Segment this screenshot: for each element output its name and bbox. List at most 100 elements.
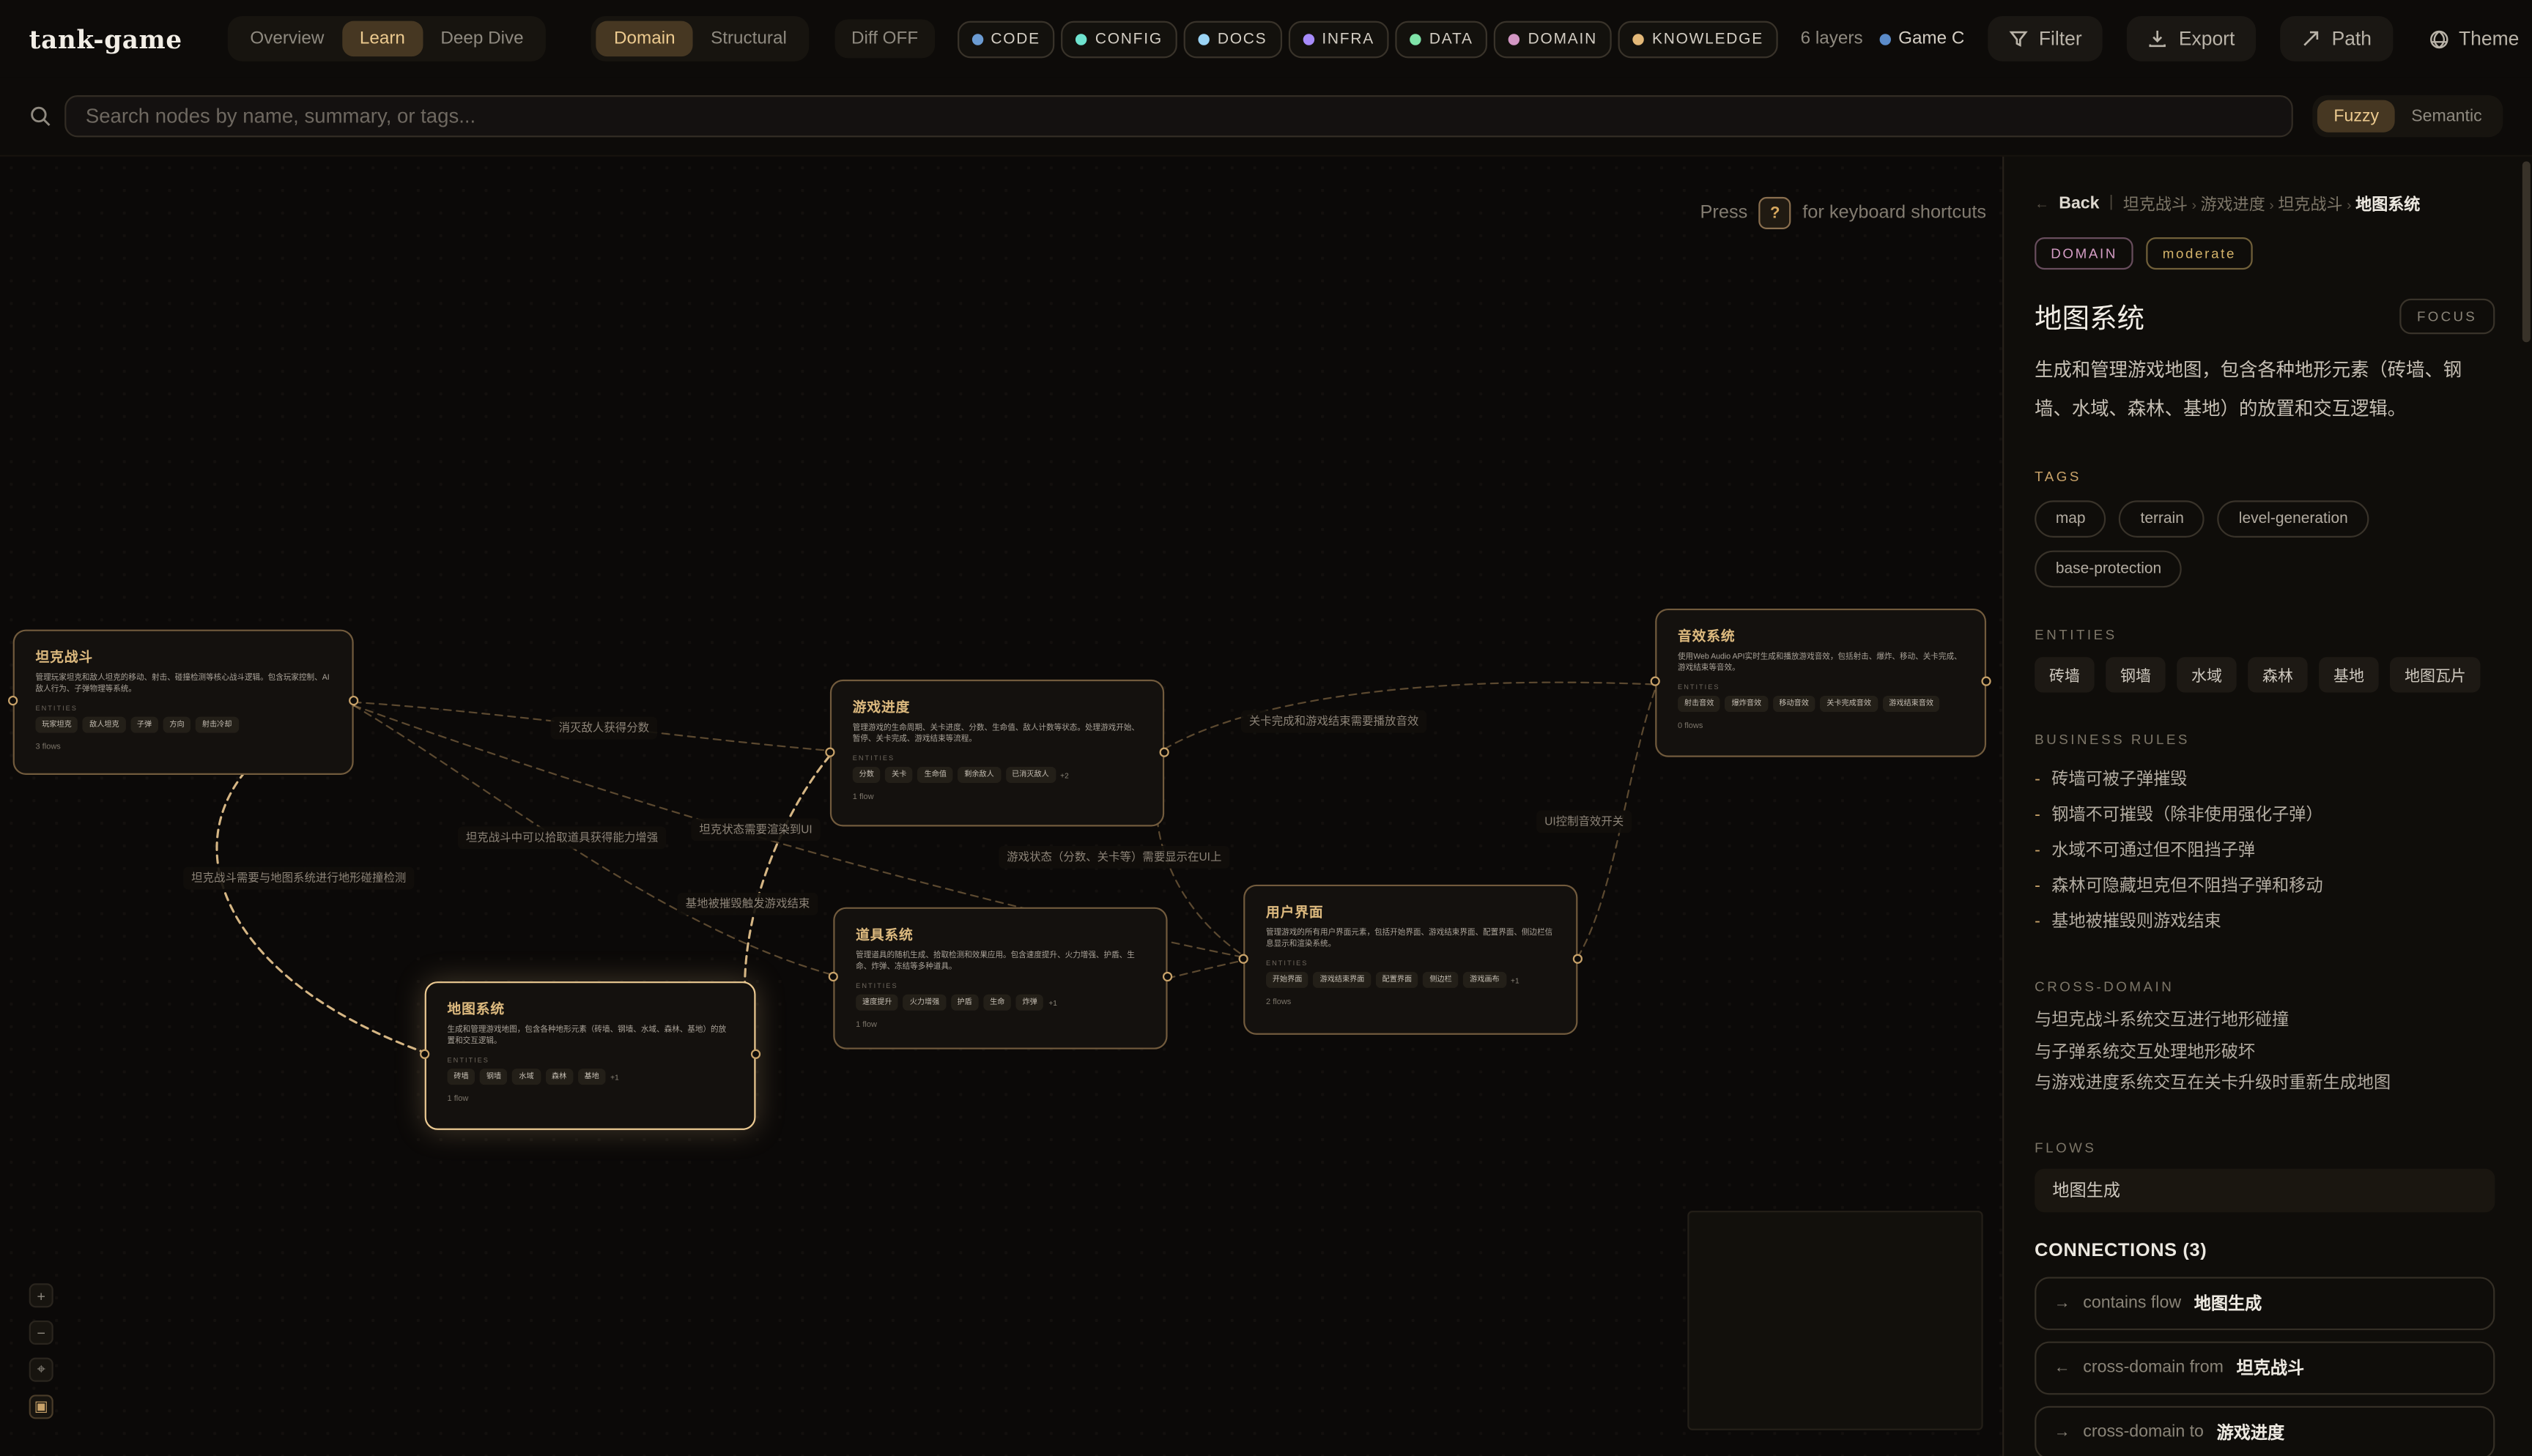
business-rule: -基地被摧毁则游戏结束 [2035, 904, 2495, 939]
port-right-icon [1163, 972, 1172, 981]
project-indicator: Game Co [1879, 29, 1963, 48]
graph-node-map-system[interactable]: 地图系统生成和管理游戏地图，包含各种地形元素（砖墙、钢墙、水域、森林、基地）的放… [425, 981, 756, 1130]
entity-chip: 森林 [2248, 657, 2308, 692]
layer-chip-data[interactable]: DATA [1396, 21, 1488, 58]
connection-arrow-icon: → [2054, 1423, 2070, 1441]
layer-chip-infra[interactable]: INFRA [1288, 21, 1389, 58]
graph-node-audio-system[interactable]: 音效系统使用Web Audio API实时生成和播放游戏音效，包括射击、爆炸、移… [1655, 609, 1986, 757]
node-summary: 使用Web Audio API实时生成和播放游戏音效，包括射击、爆炸、移动、关卡… [1678, 652, 1963, 675]
focus-button[interactable]: FOCUS [2399, 298, 2495, 333]
graph-canvas[interactable]: 消灭敌人获得分数坦克战斗中可以拾取道具获得能力增强坦克战斗需要与地图系统进行地形… [0, 157, 2002, 1456]
rules-section-title: BUSINESS RULES [2035, 731, 2495, 747]
minimap-toggle-button[interactable]: ▣ [29, 1394, 53, 1419]
search-icon [29, 105, 52, 127]
connection-arrow-icon: → [2054, 1294, 2070, 1312]
tag-pill: map [2035, 500, 2106, 538]
rule-text: 基地被摧毁则游戏结束 [2051, 904, 2221, 939]
node-entity-chip: 森林 [545, 1069, 573, 1085]
mode-structural[interactable]: Structural [693, 21, 804, 56]
export-button[interactable]: Export [2127, 16, 2256, 62]
graph-node-game-progress[interactable]: 游戏进度管理游戏的生命周期、关卡进度、分数、生命值、敌人计数等状态。处理游戏开始… [830, 680, 1164, 827]
search-input[interactable] [64, 95, 2293, 137]
search-mode-semantic[interactable]: Semantic [2395, 100, 2498, 133]
node-entity-chip: 开始界面 [1266, 973, 1308, 989]
node-summary: 管理游戏的所有用户界面元素，包括开始界面、游戏结束界面、配置界面、侧边栏信息显示… [1266, 928, 1555, 951]
business-rule: -森林可隐藏坦克但不阻挡子弹和移动 [2035, 869, 2495, 904]
layer-dot-icon [1303, 33, 1314, 44]
tags-section-title: TAGS [2035, 468, 2495, 484]
tab-overview[interactable]: Overview [232, 21, 342, 56]
mode-domain[interactable]: Domain [596, 21, 693, 56]
entity-list: 砖墙钢墙水域森林基地地图瓦片 [2035, 657, 2495, 692]
filter-button[interactable]: Filter [1987, 16, 2103, 62]
layer-chip-config[interactable]: CONFIG [1062, 21, 1177, 58]
connection-card[interactable]: →cross-domain to游戏进度 [2035, 1405, 2495, 1456]
node-entity-chip: 生命值 [918, 768, 953, 784]
view-tabs: OverviewLearnDeep Dive [228, 16, 547, 62]
port-right-icon [751, 1050, 760, 1059]
edge-label: 坦克战斗中可以拾取道具获得能力增强 [458, 826, 666, 849]
node-title: 道具系统 [856, 925, 1145, 944]
breadcrumb-item[interactable]: 游戏进度 [2201, 197, 2265, 215]
path-button[interactable]: Path [2280, 16, 2393, 62]
theme-globe-icon [2428, 29, 2449, 50]
connection-card[interactable]: ←cross-domain from坦克战斗 [2035, 1341, 2495, 1394]
entity-chip: 钢墙 [2106, 657, 2166, 692]
flow-item[interactable]: 地图生成 [2035, 1168, 2495, 1212]
diff-toggle-button[interactable]: Diff OFF [835, 19, 934, 58]
connection-type: cross-domain to [2083, 1422, 2204, 1441]
tab-deep-dive[interactable]: Deep Dive [423, 21, 541, 56]
graph-node-item-system[interactable]: 道具系统管理道具的随机生成、拾取检测和效果应用。包含速度提升、火力增强、护盾、生… [833, 907, 1167, 1050]
breadcrumb-trail: 坦克战斗 › 游戏进度 › 坦克战斗 › 地图系统 [2123, 190, 2421, 215]
zoom-out-button[interactable]: − [29, 1321, 53, 1345]
node-entity-chip: 敌人坦克 [83, 718, 125, 734]
type-badge: DOMAIN [2035, 237, 2133, 270]
connection-target: 地图生成 [2194, 1290, 2262, 1315]
node-entity-chips: 开始界面游戏结束界面配置界面侧边栏游戏画布+1 [1266, 973, 1555, 989]
connection-type: contains flow [2083, 1293, 2181, 1312]
port-left-icon [829, 972, 838, 981]
scrollbar[interactable] [2522, 161, 2531, 342]
node-entity-chip: 关卡 [885, 768, 913, 784]
search-mode-fuzzy[interactable]: Fuzzy [2317, 100, 2395, 133]
node-entity-chip: 游戏结束音效 [1882, 697, 1939, 713]
layers-count: 6 layers [1801, 29, 1863, 48]
node-entity-chip: 已消灭敌人 [1005, 768, 1055, 784]
layer-dot-icon [1076, 33, 1087, 44]
bullet-dash: - [2035, 798, 2040, 833]
minimap[interactable] [1687, 1211, 1983, 1430]
cross-domain-list: 与坦克战斗系统交互进行地形碰撞与子弹系统交互处理地形破坏与游戏进度系统交互在关卡… [2035, 1006, 2495, 1100]
tag-pill: base-protection [2035, 551, 2183, 588]
fit-view-button[interactable]: ⌖ [29, 1358, 53, 1382]
breadcrumb-item[interactable]: 坦克战斗 [2278, 197, 2342, 215]
graph-node-tank-battle[interactable]: 坦克战斗管理玩家坦克和敌人坦克的移动、射击、碰撞检测等核心战斗逻辑。包含玩家控制… [13, 630, 354, 775]
back-button[interactable]: Back [2059, 193, 2099, 212]
node-entity-chip: 关卡完成音效 [1820, 697, 1877, 713]
node-entity-chips: 砖墙钢墙水域森林基地+1 [448, 1069, 733, 1085]
business-rule: -砖墙可被子弹摧毁 [2035, 762, 2495, 797]
connection-card[interactable]: → contains flow 地图生成 [2035, 1276, 2495, 1329]
node-entity-chip: 配置界面 [1376, 973, 1418, 989]
layer-chip-docs[interactable]: DOCS [1184, 21, 1282, 58]
breadcrumb-item[interactable]: 地图系统 [2355, 197, 2420, 215]
layer-chip-knowledge[interactable]: KNOWLEDGE [1618, 21, 1778, 58]
theme-button[interactable]: Theme [2428, 27, 2519, 50]
project-name: Game Co [1898, 29, 1963, 48]
cross-domain-section-title: CROSS-DOMAIN [2035, 978, 2495, 995]
node-summary: 管理玩家坦克和敌人坦克的移动、射击、碰撞检测等核心战斗逻辑。包含玩家控制、AI敌… [35, 673, 330, 697]
page-title: 地图系统 [2035, 295, 2144, 335]
app-logo: tank-game [29, 23, 182, 54]
layer-chip-code[interactable]: CODE [957, 21, 1055, 58]
graph-node-user-interface[interactable]: 用户界面管理游戏的所有用户界面元素，包括开始界面、游戏结束界面、配置界面、侧边栏… [1243, 885, 1577, 1035]
tab-learn[interactable]: Learn [342, 21, 423, 56]
flows-section-title: FLOWS [2035, 1139, 2495, 1155]
layer-chip-domain[interactable]: DOMAIN [1494, 21, 1611, 58]
node-flows-count: 3 flows [35, 743, 330, 753]
detail-panel: ← Back | 坦克战斗 › 游戏进度 › 坦克战斗 › 地图系统 DOMAI… [2002, 157, 2532, 1456]
project-dot-icon [1879, 33, 1890, 44]
breadcrumb-item[interactable]: 坦克战斗 [2123, 197, 2188, 215]
node-entities-extra: +1 [1048, 999, 1057, 1007]
zoom-in-button[interactable]: + [29, 1283, 53, 1307]
port-right-icon [349, 696, 358, 705]
business-rule: -钢墙不可摧毁（除非使用强化子弹） [2035, 798, 2495, 833]
